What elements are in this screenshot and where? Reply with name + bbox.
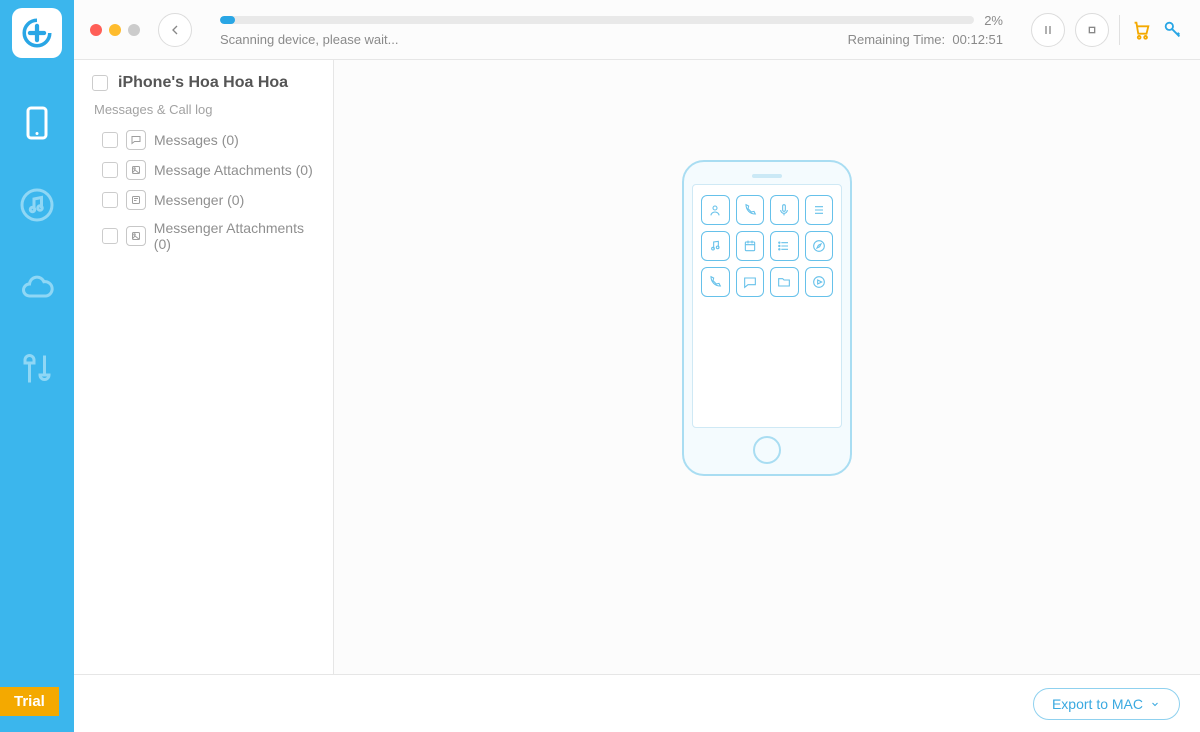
category-panel: iPhone's Hoa Hoa Hoa Messages & Call log…	[74, 60, 334, 674]
stop-button[interactable]	[1075, 13, 1109, 47]
category-checkbox[interactable]	[102, 192, 118, 208]
music-note-icon	[19, 187, 55, 223]
category-item-messenger-attachments[interactable]: Messenger Attachments (0)	[92, 215, 323, 257]
stop-icon	[1084, 22, 1100, 38]
phone-home-button	[753, 436, 781, 464]
category-item-messenger[interactable]: Messenger (0)	[92, 185, 323, 215]
main-area: 2% Scanning device, please wait... Remai…	[74, 0, 1200, 732]
trial-badge: Trial	[0, 687, 59, 716]
pause-button[interactable]	[1031, 13, 1065, 47]
category-label: Messenger (0)	[154, 192, 244, 208]
scan-progress: 2% Scanning device, please wait... Remai…	[220, 13, 1003, 47]
app-icon-video	[805, 267, 834, 297]
progress-fill	[220, 16, 235, 24]
sidebar-item-device[interactable]	[10, 88, 64, 158]
footer-bar: Export to MAC	[74, 674, 1200, 732]
topbar-right-controls	[1031, 13, 1184, 47]
sidebar-item-itunes[interactable]	[10, 170, 64, 240]
messages-icon	[126, 130, 146, 150]
device-row[interactable]: iPhone's Hoa Hoa Hoa	[92, 74, 323, 92]
messenger-attachment-icon	[126, 226, 146, 246]
zoom-window-icon[interactable]	[128, 24, 140, 36]
window-traffic-lights[interactable]	[90, 24, 140, 36]
app-icon-files	[770, 267, 799, 297]
cart-button[interactable]	[1130, 19, 1152, 41]
progress-bar	[220, 16, 974, 24]
phone-speaker	[752, 174, 782, 178]
export-button[interactable]: Export to MAC	[1033, 688, 1180, 720]
category-label: Message Attachments (0)	[154, 162, 313, 178]
plus-recover-icon	[20, 16, 54, 50]
app-icon-voice	[770, 195, 799, 225]
messenger-icon	[126, 190, 146, 210]
app-icon-phone	[701, 267, 730, 297]
progress-status-text: Scanning device, please wait...	[220, 32, 399, 47]
app-logo	[12, 8, 62, 58]
cloud-icon	[19, 269, 55, 305]
top-bar: 2% Scanning device, please wait... Remai…	[74, 0, 1200, 60]
cart-icon	[1130, 19, 1152, 41]
category-checkbox[interactable]	[102, 162, 118, 178]
minimize-window-icon[interactable]	[109, 24, 121, 36]
arrow-left-icon	[167, 22, 183, 38]
app-icon-music	[701, 231, 730, 261]
sidebar-item-icloud[interactable]	[10, 252, 64, 322]
device-name: iPhone's Hoa Hoa Hoa	[118, 74, 288, 92]
attachment-icon	[126, 160, 146, 180]
left-sidebar: Trial	[0, 0, 74, 732]
app-icon-notes	[805, 195, 834, 225]
category-checkbox[interactable]	[102, 228, 118, 244]
category-item-messages[interactable]: Messages (0)	[92, 125, 323, 155]
chevron-down-icon	[1149, 698, 1161, 710]
category-checkbox[interactable]	[102, 132, 118, 148]
section-label: Messages & Call log	[94, 102, 323, 117]
tools-icon	[19, 351, 55, 387]
sidebar-item-tools[interactable]	[10, 334, 64, 404]
app-icon-list	[770, 231, 799, 261]
app-icon-safari	[805, 231, 834, 261]
device-checkbox[interactable]	[92, 75, 108, 91]
key-icon	[1162, 19, 1184, 41]
category-label: Messenger Attachments (0)	[154, 220, 323, 252]
pause-icon	[1040, 22, 1056, 38]
app-root: Trial 2% Scanning device, ple	[0, 0, 1200, 732]
app-icon-call	[736, 195, 765, 225]
app-icon-chat	[736, 267, 765, 297]
phone-illustration	[682, 160, 852, 476]
export-label: Export to MAC	[1052, 696, 1143, 712]
app-icon-calendar	[736, 231, 765, 261]
content-row: iPhone's Hoa Hoa Hoa Messages & Call log…	[74, 60, 1200, 674]
phone-screen	[692, 184, 842, 428]
phone-device-icon	[19, 105, 55, 141]
progress-percent: 2%	[984, 13, 1003, 28]
close-window-icon[interactable]	[90, 24, 102, 36]
progress-remaining: Remaining Time: 00:12:51	[848, 32, 1003, 47]
key-button[interactable]	[1162, 19, 1184, 41]
app-icon-contacts	[701, 195, 730, 225]
category-item-message-attachments[interactable]: Message Attachments (0)	[92, 155, 323, 185]
preview-area	[334, 60, 1200, 674]
separator	[1119, 15, 1120, 45]
category-label: Messages (0)	[154, 132, 239, 148]
back-button[interactable]	[158, 13, 192, 47]
